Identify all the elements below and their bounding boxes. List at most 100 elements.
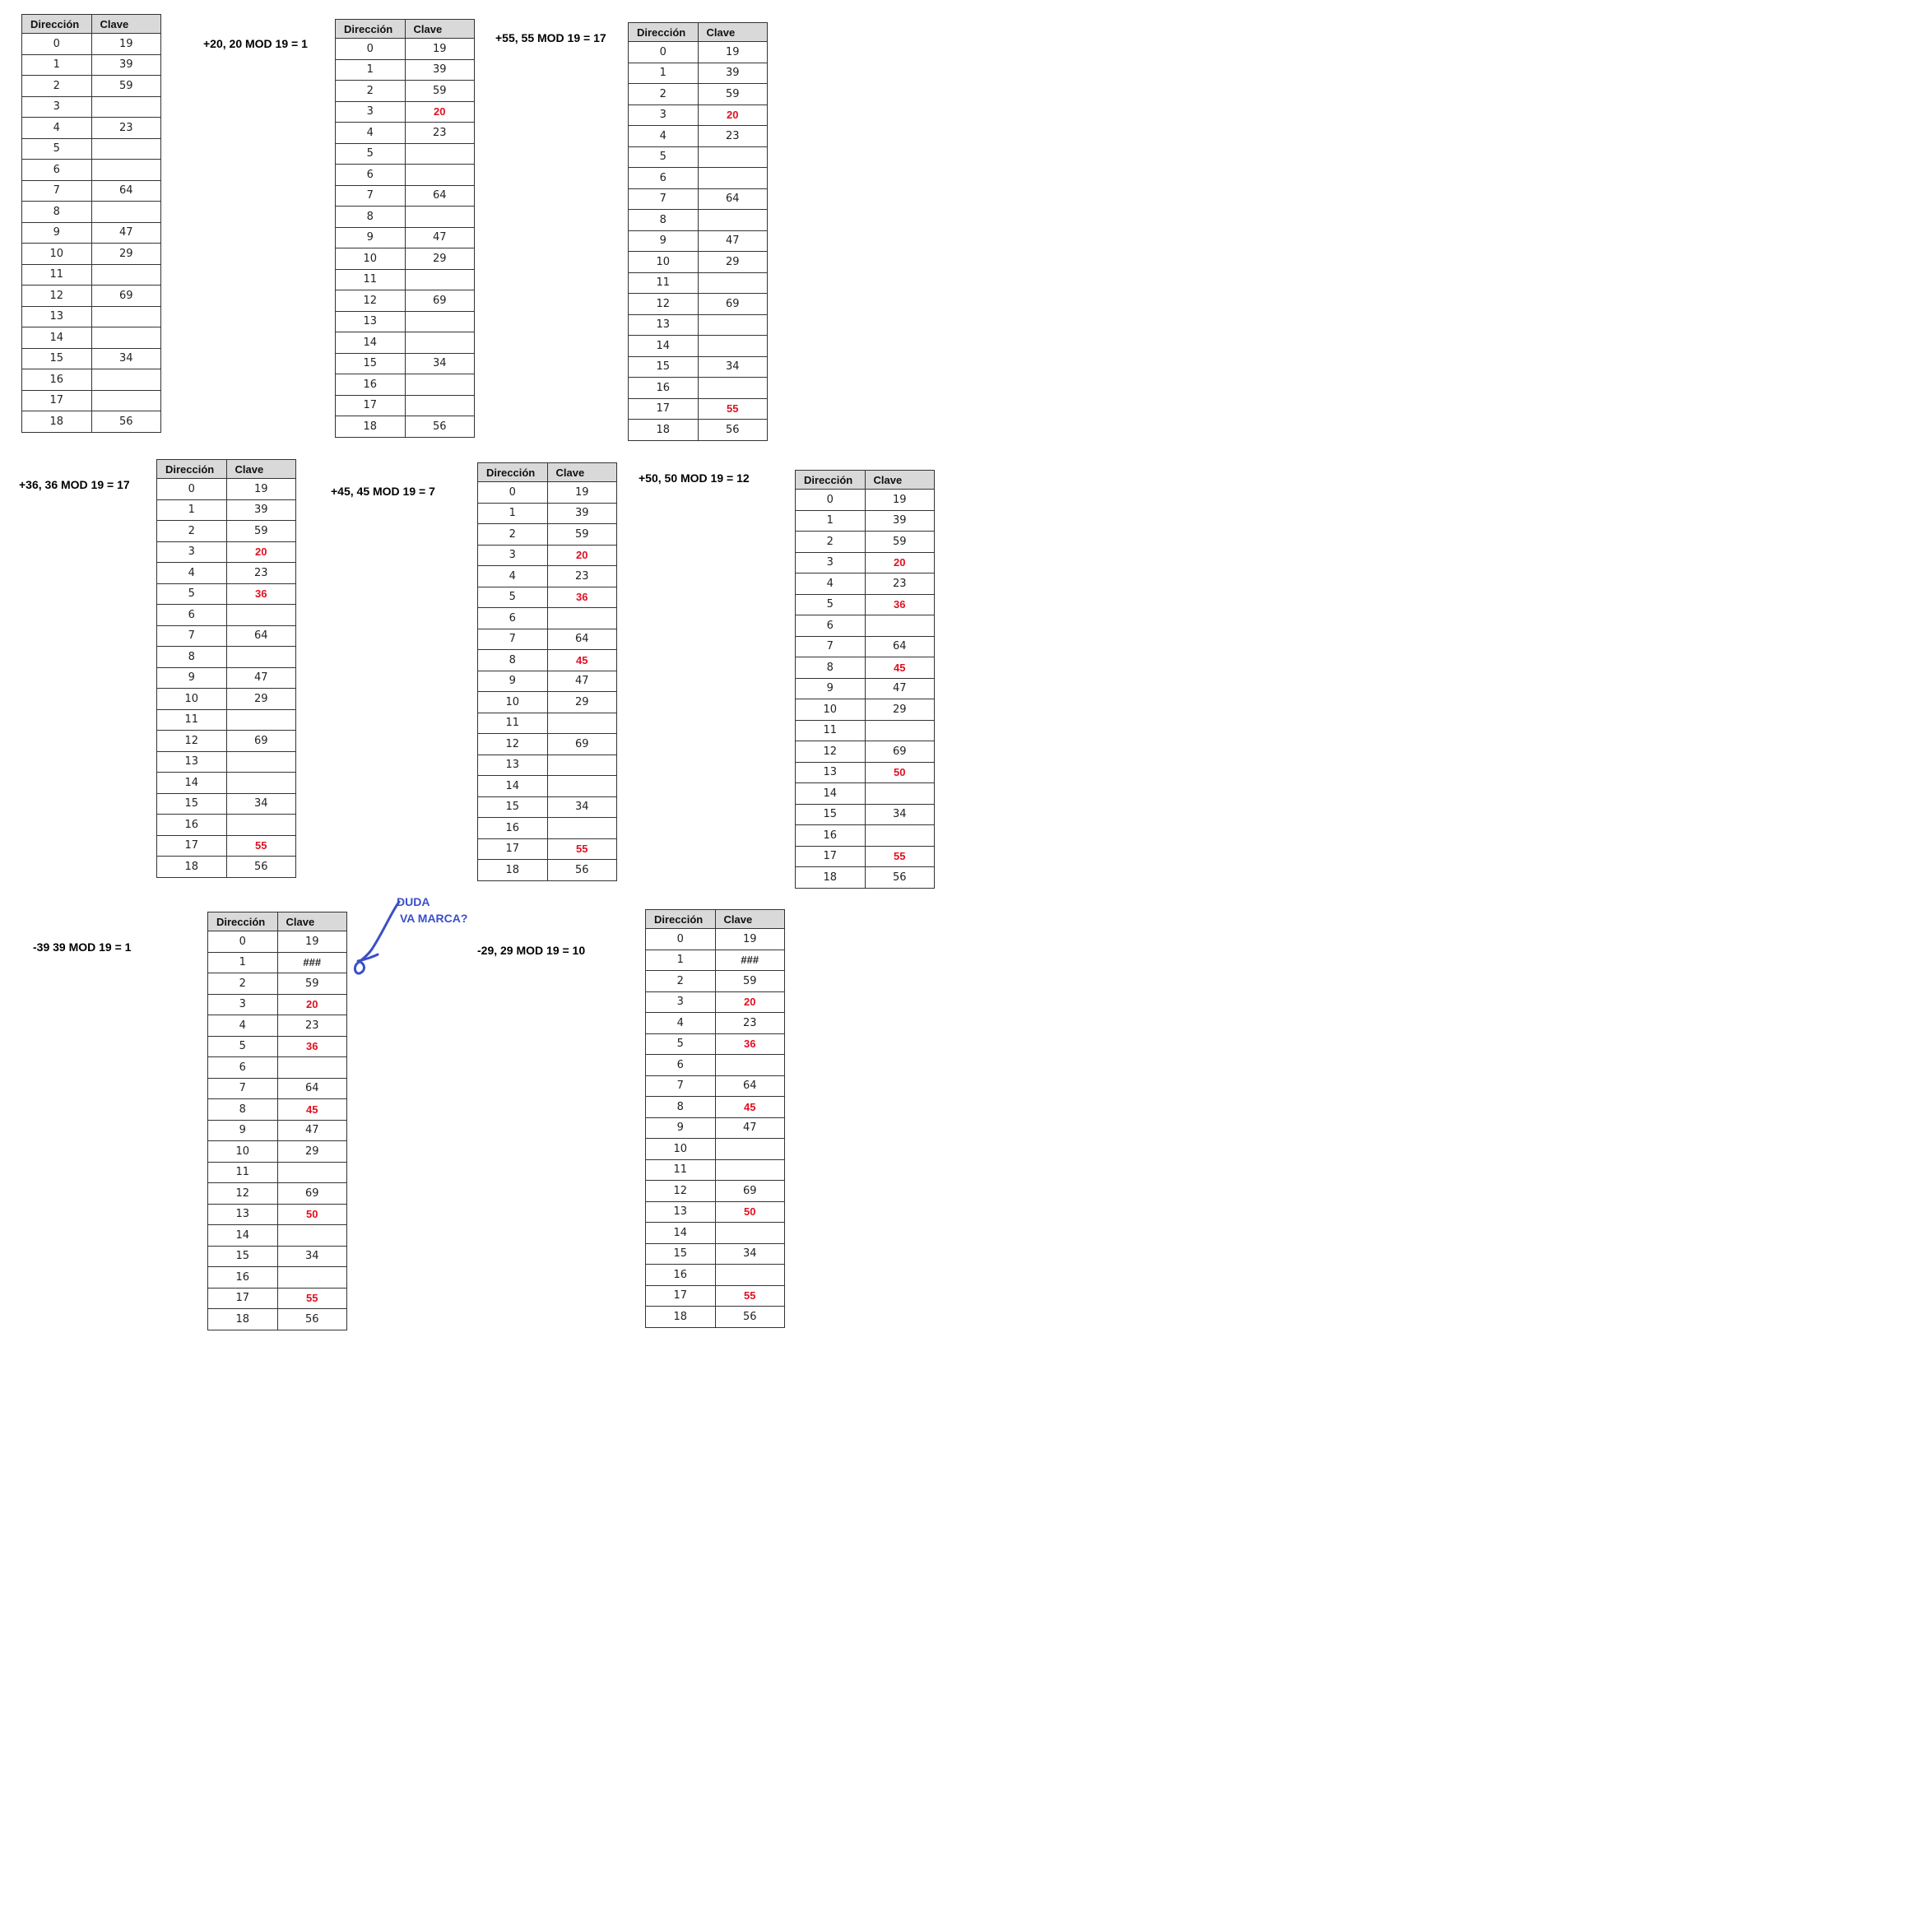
key-cell: 47 xyxy=(697,230,768,252)
key-cell: 39 xyxy=(91,53,161,76)
table-row: 0 19 xyxy=(207,931,347,953)
doubt-annotation: DUDA VA MARCA? xyxy=(397,894,467,926)
key-cell xyxy=(91,369,161,391)
inserted-key-cell: 50 xyxy=(714,1200,785,1223)
table-row: 13 xyxy=(477,754,617,776)
address-cell: 16 xyxy=(207,1266,278,1289)
address-cell: 2 xyxy=(21,75,92,97)
table-row: 6 xyxy=(156,604,296,626)
op-label-step-2: +55, 55 MOD 19 = 17 xyxy=(495,31,606,44)
address-cell: 10 xyxy=(207,1140,278,1163)
table-row: 6 xyxy=(21,159,161,181)
key-cell xyxy=(404,142,475,165)
key-cell: 39 xyxy=(404,58,475,81)
address-cell: 7 xyxy=(21,179,92,202)
table-row: 18 56 xyxy=(628,419,768,441)
key-cell xyxy=(91,95,161,118)
key-cell: 59 xyxy=(697,83,768,105)
address-cell: 10 xyxy=(156,688,227,710)
table-row: 14 xyxy=(21,327,161,349)
address-cell: 12 xyxy=(628,293,699,315)
key-cell: 19 xyxy=(714,928,785,950)
table-row: 16 xyxy=(628,377,768,399)
address-cell: 12 xyxy=(477,733,548,755)
address-cell: 8 xyxy=(477,649,548,671)
key-cell: 34 xyxy=(546,796,617,818)
address-cell: 3 xyxy=(21,95,92,118)
key-cell: 59 xyxy=(276,973,347,995)
table-row: 18 56 xyxy=(477,859,617,881)
table-row: 12 69 xyxy=(156,730,296,752)
key-cell xyxy=(697,272,768,294)
key-cell xyxy=(714,1054,785,1076)
key-cell: 69 xyxy=(404,290,475,312)
address-cell: 6 xyxy=(477,607,548,629)
address-cell: 7 xyxy=(477,628,548,650)
address-cell: 9 xyxy=(795,677,866,699)
table-header-row: Dirección Clave xyxy=(645,909,785,929)
table-row: 10 29 xyxy=(156,688,296,710)
table-row: 3 20 xyxy=(335,100,475,123)
table-row: 18 56 xyxy=(207,1308,347,1330)
address-cell: 14 xyxy=(645,1222,716,1244)
inserted-key-cell: 20 xyxy=(714,991,785,1013)
address-column-header: Dirección xyxy=(477,462,548,482)
address-cell: 8 xyxy=(645,1096,716,1118)
key-column-header: Clave xyxy=(91,14,161,34)
address-cell: 6 xyxy=(21,159,92,181)
address-cell: 16 xyxy=(477,817,548,839)
address-cell: 12 xyxy=(335,290,406,312)
address-cell: 3 xyxy=(645,991,716,1013)
table-row: 16 xyxy=(156,814,296,836)
key-cell: 23 xyxy=(404,122,475,144)
address-cell: 17 xyxy=(628,397,699,420)
key-cell xyxy=(546,607,617,629)
inserted-key-cell: 20 xyxy=(546,544,617,566)
address-column-header: Dirección xyxy=(795,470,866,490)
table-row: 15 34 xyxy=(21,347,161,369)
key-cell: 19 xyxy=(225,478,296,500)
table-row: 9 47 xyxy=(21,221,161,244)
table-row: 1 39 xyxy=(628,62,768,84)
table-row: 16 xyxy=(207,1266,347,1289)
key-cell: 56 xyxy=(225,856,296,878)
table-row: 16 xyxy=(795,824,935,847)
table-row: 1 ### xyxy=(645,949,785,971)
inserted-key-cell: 36 xyxy=(225,583,296,605)
op-label-step-1: +20, 20 MOD 19 = 1 xyxy=(203,37,308,50)
table-row: 11 xyxy=(207,1161,347,1183)
address-cell: 1 xyxy=(628,62,699,84)
key-cell xyxy=(276,1266,347,1289)
address-cell: 11 xyxy=(477,712,548,734)
table-row: 9 47 xyxy=(156,666,296,689)
address-cell: 7 xyxy=(207,1077,278,1099)
key-cell: 56 xyxy=(404,416,475,438)
key-cell xyxy=(276,1056,347,1079)
table-row: 13 xyxy=(335,310,475,332)
key-cell xyxy=(864,824,935,847)
key-cell: 23 xyxy=(225,562,296,584)
address-cell: 13 xyxy=(335,310,406,332)
table-row: 14 xyxy=(156,772,296,794)
key-cell: 19 xyxy=(697,41,768,63)
table-row: 17 55 xyxy=(628,397,768,420)
address-cell: 1 xyxy=(207,951,278,973)
table-row: 3 20 xyxy=(477,544,617,566)
key-cell xyxy=(546,712,617,734)
table-row: 12 69 xyxy=(477,733,617,755)
address-cell: 10 xyxy=(628,251,699,273)
key-cell xyxy=(546,817,617,839)
key-cell: 64 xyxy=(546,628,617,650)
address-cell: 15 xyxy=(21,347,92,369)
table-row: 13 xyxy=(21,305,161,327)
key-cell: 23 xyxy=(91,117,161,139)
key-cell: 56 xyxy=(91,411,161,433)
table-row: 5 36 xyxy=(645,1033,785,1055)
address-cell: 8 xyxy=(628,209,699,231)
key-cell: 34 xyxy=(276,1245,347,1267)
key-cell xyxy=(697,209,768,231)
table-row: 10 29 xyxy=(477,691,617,713)
key-cell: 19 xyxy=(546,481,617,504)
key-cell xyxy=(697,313,768,336)
table-row: 0 19 xyxy=(795,489,935,511)
